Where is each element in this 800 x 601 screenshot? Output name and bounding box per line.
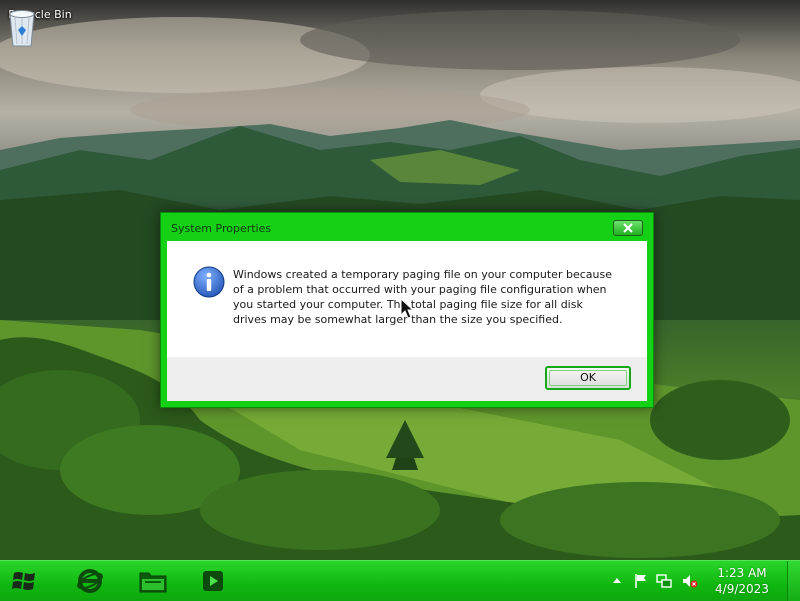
taskbar-clock[interactable]: 1:23 AM 4/9/2023 bbox=[712, 565, 772, 597]
show-desktop-button[interactable] bbox=[787, 561, 800, 601]
dialog-message: Windows created a temporary paging file … bbox=[233, 268, 612, 326]
volume-muted-icon bbox=[683, 575, 698, 588]
media-player-icon bbox=[203, 571, 223, 591]
start-button[interactable] bbox=[6, 566, 42, 596]
taskbar-media-player-button[interactable] bbox=[190, 564, 238, 598]
show-hidden-icons-button[interactable] bbox=[612, 573, 622, 593]
internet-explorer-icon bbox=[77, 569, 103, 593]
network-button[interactable] bbox=[656, 573, 672, 593]
taskbar-internet-explorer-button[interactable] bbox=[66, 564, 114, 598]
action-center-flag-icon bbox=[635, 574, 646, 588]
mouse-cursor-icon bbox=[400, 298, 415, 319]
ok-button[interactable]: OK bbox=[545, 366, 631, 390]
close-button[interactable] bbox=[613, 220, 643, 236]
clock-time: 1:23 AM bbox=[717, 566, 767, 580]
clock-date: 4/9/2023 bbox=[715, 582, 769, 596]
notification-area bbox=[612, 573, 708, 589]
dialog-button-bar: OK bbox=[167, 357, 647, 401]
dialog-title: System Properties bbox=[171, 222, 272, 235]
volume-button[interactable] bbox=[682, 573, 698, 593]
info-icon bbox=[193, 266, 225, 298]
windows-logo-icon bbox=[12, 572, 35, 590]
recycle-bin-icon bbox=[9, 10, 35, 47]
desktop-icon-recycle-bin[interactable]: Recycle Bin bbox=[4, 6, 76, 47]
show-hidden-icons-chevron-icon bbox=[613, 578, 621, 583]
taskbar: 1:23 AM 4/9/2023 bbox=[0, 560, 800, 601]
taskbar-explorer-button[interactable] bbox=[128, 564, 176, 598]
network-icon bbox=[656, 574, 672, 588]
action-center-button[interactable] bbox=[634, 573, 648, 593]
close-icon bbox=[623, 223, 633, 233]
windows-explorer-icon bbox=[139, 572, 167, 593]
dialog-titlebar[interactable]: System Properties bbox=[161, 213, 653, 241]
